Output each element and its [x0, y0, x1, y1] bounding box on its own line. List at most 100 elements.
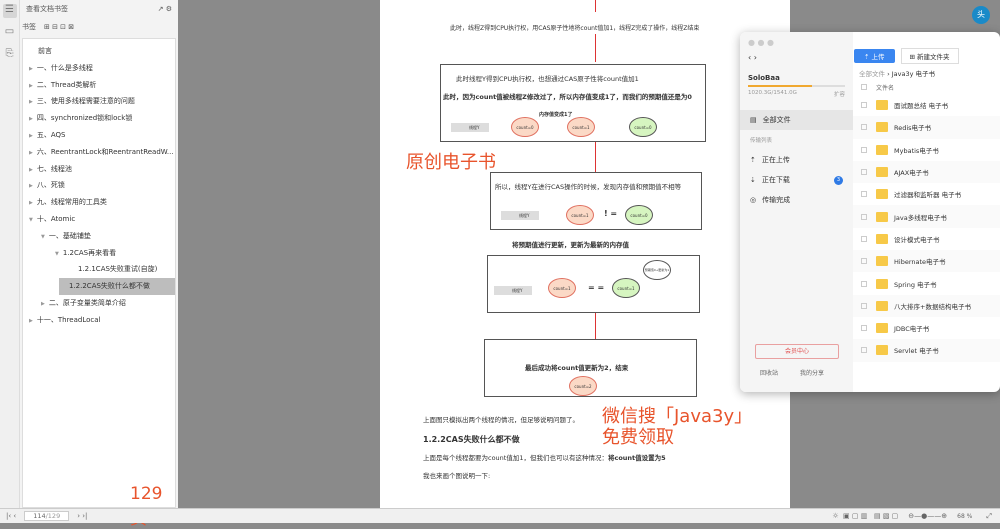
checkbox[interactable]: [861, 281, 867, 287]
bookmark-label: 1.2.2CAS失败什么都不做: [69, 282, 150, 290]
sidebar-settings-icon[interactable]: ↗ ⚙: [158, 5, 172, 13]
nav-uploading[interactable]: ⇡正在上传: [740, 150, 853, 170]
oval: count=1: [612, 278, 640, 298]
doc-heading: 1.2.2CAS失败什么都不做: [423, 434, 520, 445]
expand-arrow-icon: ▼: [41, 234, 45, 240]
nav-done[interactable]: ◎传输完成: [740, 190, 853, 210]
folder-icon: [876, 189, 888, 199]
nav-downloading[interactable]: ⇣正在下载3: [740, 170, 853, 190]
expand-arrow-icon: ▶: [29, 83, 33, 89]
recycle-link[interactable]: 回收站: [760, 368, 778, 377]
file-row[interactable]: 八大排序+数据结构电子书: [853, 295, 1000, 317]
oval: count=0: [511, 117, 539, 137]
bookmark-item[interactable]: ▶一、什么是多线程: [23, 60, 175, 77]
share-link[interactable]: 我的分享: [800, 368, 824, 377]
file-row[interactable]: JDBC电子书: [853, 317, 1000, 339]
user-avatar[interactable]: 头: [972, 6, 990, 24]
bookmark-item[interactable]: ▶七、线程池: [23, 161, 175, 178]
bookmark-label: 1.2CAS再来看看: [63, 249, 116, 257]
doc-text: 将预期值进行更新，更新为最新的内存值: [512, 239, 629, 249]
checkbox[interactable]: [861, 347, 867, 353]
username[interactable]: SoloBaa: [740, 62, 853, 82]
bookmark-item[interactable]: ▼1.2CAS再来看看: [23, 245, 175, 262]
bookmark-item[interactable]: ▶十一、ThreadLocal: [23, 312, 175, 329]
bookmark-item[interactable]: ▶六、ReentrantLock和ReentrantReadW...: [23, 144, 175, 161]
file-row[interactable]: Mybatis电子书: [853, 139, 1000, 161]
page-input[interactable]: 114/129: [24, 511, 69, 521]
expand-arrow-icon: ▼: [29, 217, 33, 223]
file-row[interactable]: Spring 电子书: [853, 272, 1000, 294]
thumbnail-icon[interactable]: ▭: [3, 26, 17, 40]
upload-button[interactable]: ⇡ 上传: [854, 49, 895, 63]
folder-icon: [876, 122, 888, 132]
bookmark-label: 前言: [38, 47, 52, 55]
file-row[interactable]: Redis电子书: [853, 116, 1000, 138]
fullscreen-icon[interactable]: ⤢: [986, 512, 992, 521]
expand-arrow-icon: ▶: [29, 200, 33, 206]
nav-buttons[interactable]: ‹ ›: [740, 53, 853, 62]
file-name: Servlet 电子书: [894, 345, 939, 355]
next-page-icon[interactable]: › ›|: [77, 512, 87, 520]
folder-icon: [876, 279, 888, 289]
vip-center-button[interactable]: 会员中心: [755, 344, 839, 359]
folder-icon: [876, 345, 888, 355]
folder-icon: [876, 323, 888, 333]
folder-icon: [876, 145, 888, 155]
bookmark-label: 十、Atomic: [37, 215, 75, 223]
expand-arrow-icon: ▶: [41, 301, 45, 307]
expand-arrow-icon: ▶: [29, 133, 33, 139]
checkbox[interactable]: [861, 258, 867, 264]
bookmark-item[interactable]: ▶八、死锁: [23, 177, 175, 194]
checkbox[interactable]: [861, 325, 867, 331]
expand-arrow-icon: ▶: [29, 66, 33, 72]
oval: count=0: [625, 205, 653, 225]
cloud-drive-window: ● ● ● ‹ › SoloBaa 1020.3G/1541.0G扩容 ▤全部文…: [740, 32, 1000, 392]
checkbox[interactable]: [861, 102, 867, 108]
view-mode-icons[interactable]: ☼ ▣ ▢ ▥ ▤ ▧ ▢: [832, 512, 898, 520]
bookmark-item[interactable]: 前言: [23, 43, 175, 60]
checkbox[interactable]: [861, 169, 867, 175]
new-folder-button[interactable]: ⊞ 新建文件夹: [901, 48, 959, 64]
expand-link[interactable]: 扩容: [834, 90, 845, 98]
bookmark-item[interactable]: ▶二、原子变量类简单介绍: [23, 295, 175, 312]
download-icon: ⇣: [750, 176, 756, 184]
checkbox[interactable]: [861, 191, 867, 197]
bookmark-item[interactable]: ▶四、synchronized锁和lock锁: [23, 110, 175, 127]
bookmark-tool-icons[interactable]: ⊞ ⊟ ⊡ ⊠: [44, 23, 74, 31]
checkbox[interactable]: [861, 214, 867, 220]
check-circle-icon: ◎: [750, 196, 756, 204]
diagram-box: 此时线程Y得到CPU执行权，也想通过CAS原子性将count值加1 此时，因为c…: [440, 64, 706, 142]
bookmark-item[interactable]: ▶五、AQS: [23, 127, 175, 144]
bookmark-list-icon[interactable]: ☰: [3, 4, 17, 18]
checkbox[interactable]: [861, 147, 867, 153]
checkbox[interactable]: [861, 236, 867, 242]
file-row[interactable]: Java多线程电子书: [853, 205, 1000, 227]
file-name: Java多线程电子书: [894, 212, 947, 222]
bookmark-item[interactable]: ▶九、线程常用的工具类: [23, 194, 175, 211]
file-row[interactable]: Servlet 电子书: [853, 339, 1000, 361]
bookmark-item[interactable]: 1.2.1CAS失败重试(自旋): [23, 261, 175, 278]
doc-text: ! =: [604, 209, 617, 218]
tab-bookmarks[interactable]: 书签: [22, 22, 36, 32]
zoom-slider[interactable]: ⊖—●——⊕: [908, 512, 947, 520]
file-name: 过滤器和监听器 电子书: [894, 189, 961, 199]
expand-arrow-icon: ▶: [29, 99, 33, 105]
bookmark-item[interactable]: ▶二、Thread类解析: [23, 77, 175, 94]
nav-all-files[interactable]: ▤全部文件: [740, 110, 853, 130]
file-row[interactable]: 过滤器和监听器 电子书: [853, 183, 1000, 205]
sidebar-title[interactable]: 查看文档书签: [26, 4, 68, 14]
bookmark-item[interactable]: 1.2.2CAS失败什么都不做: [59, 278, 175, 295]
checkbox[interactable]: [861, 303, 867, 309]
bookmark-item[interactable]: ▼一、基础铺垫: [23, 228, 175, 245]
file-row[interactable]: AJAX电子书: [853, 161, 1000, 183]
window-controls[interactable]: ● ● ●: [740, 32, 853, 53]
checkbox[interactable]: [861, 124, 867, 130]
file-row[interactable]: 面试题总结 电子书: [853, 94, 1000, 116]
bookmark-item[interactable]: ▼ 十、Atomic: [23, 211, 175, 228]
bookmark-label: 四、synchronized锁和lock锁: [37, 114, 132, 122]
file-row[interactable]: Hibernate电子书: [853, 250, 1000, 272]
first-page-icon[interactable]: |‹ ‹: [6, 512, 16, 520]
bookmark-item[interactable]: ▶三、使用多线程需要注意的问题: [23, 93, 175, 110]
file-row[interactable]: 设计模式电子书: [853, 228, 1000, 250]
annotation-icon[interactable]: ⎘: [3, 48, 17, 62]
